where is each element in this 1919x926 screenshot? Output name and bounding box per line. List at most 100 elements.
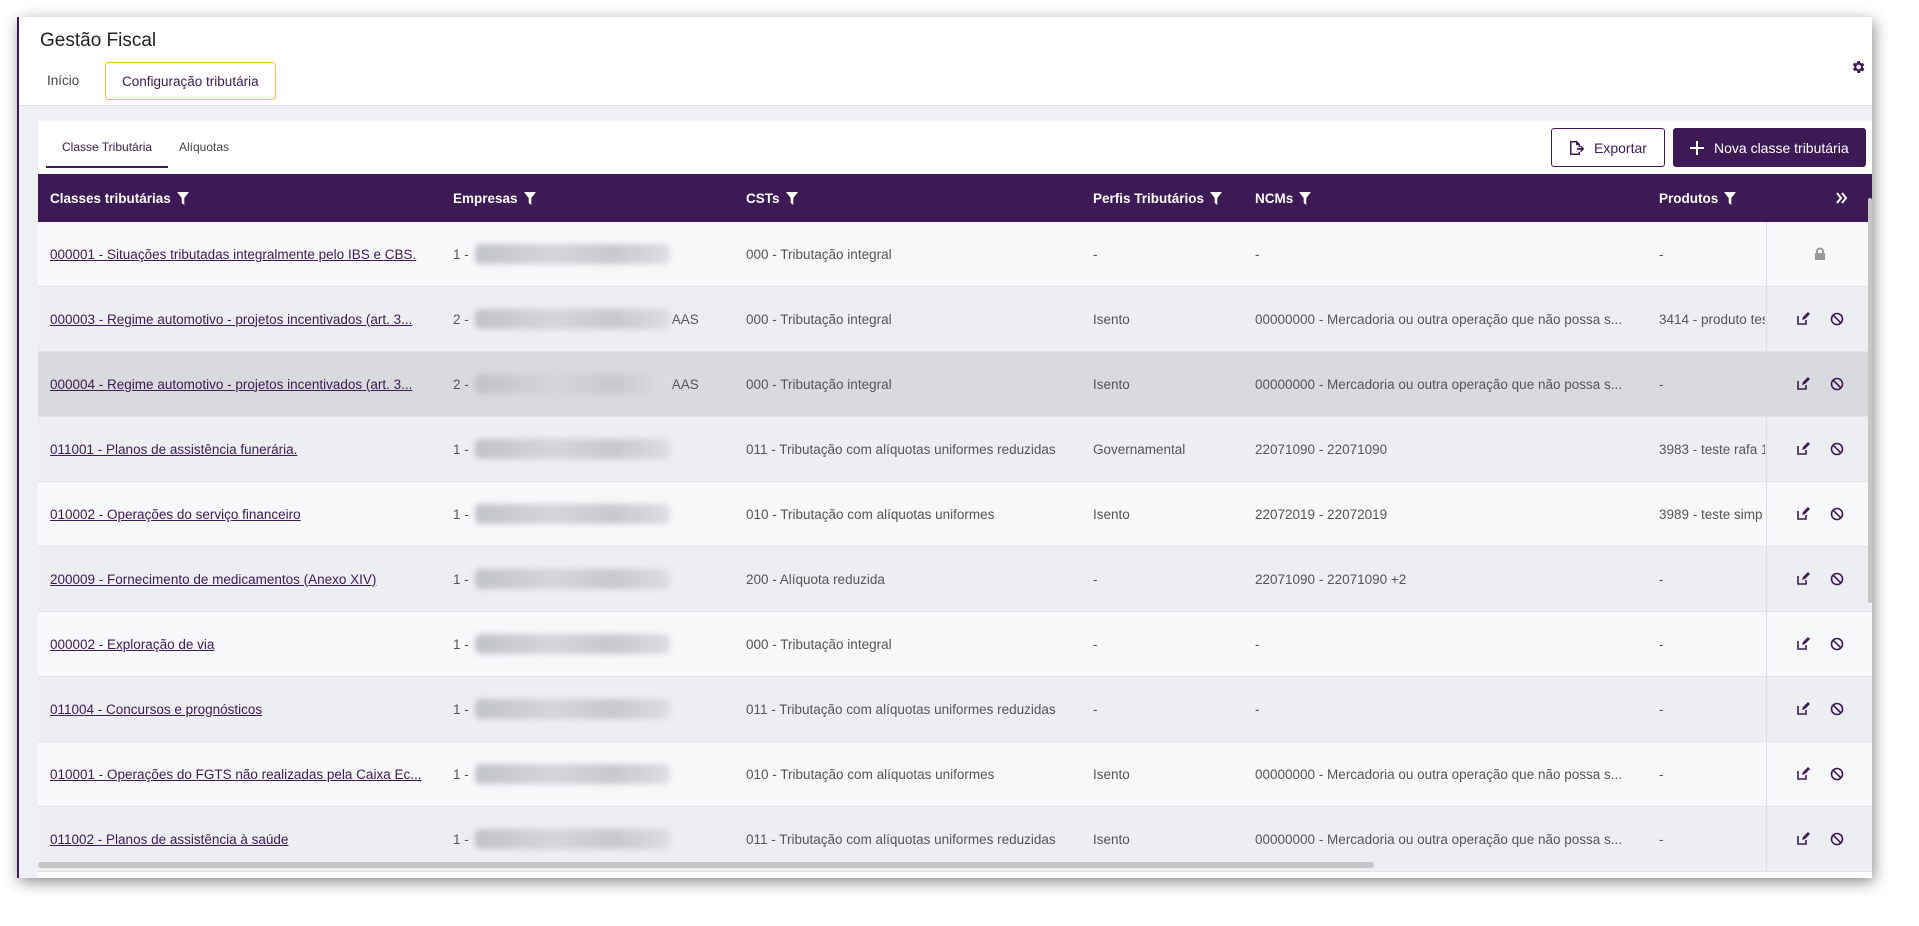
edit-icon[interactable] bbox=[1796, 312, 1810, 326]
tax-class-link[interactable]: 000004 - Regime automotivo - projetos in… bbox=[50, 377, 412, 392]
tax-class-link[interactable]: 000002 - Exploração de via bbox=[50, 637, 214, 652]
expand-columns-button[interactable] bbox=[1836, 174, 1848, 222]
cell-empresas: 1 - bbox=[453, 547, 738, 611]
cell-perfil: - bbox=[1093, 636, 1098, 652]
subtab-aliquotas[interactable]: Alíquotas bbox=[163, 128, 245, 166]
cell-classe: 000002 - Exploração de via bbox=[50, 612, 445, 676]
edit-icon[interactable] bbox=[1796, 767, 1810, 781]
filter-icon[interactable] bbox=[1299, 191, 1312, 205]
deactivate-icon[interactable] bbox=[1830, 572, 1844, 586]
tax-class-link[interactable]: 011001 - Planos de assistência funerária… bbox=[50, 442, 297, 457]
subtab-classe-tributaria[interactable]: Classe Tributária bbox=[46, 128, 169, 168]
table-row[interactable]: 010001 - Operações do FGTS não realizada… bbox=[38, 742, 1872, 807]
cell-produto: - bbox=[1659, 571, 1664, 587]
new-tax-class-button[interactable]: Nova classe tributária bbox=[1673, 128, 1866, 167]
edit-icon[interactable] bbox=[1796, 377, 1810, 391]
company-count: 1 - bbox=[453, 636, 469, 652]
row-actions bbox=[1766, 417, 1872, 481]
tax-class-link[interactable]: 200009 - Fornecimento de medicamentos (A… bbox=[50, 572, 376, 587]
table-row[interactable]: 000002 - Exploração de via 1 - 000 - Tribu… bbox=[38, 612, 1872, 677]
table-row[interactable]: 000003 - Regime automotivo - projetos in… bbox=[38, 287, 1872, 352]
tax-class-link[interactable]: 010001 - Operações do FGTS não realizada… bbox=[50, 767, 421, 782]
row-actions bbox=[1766, 677, 1872, 741]
cell-empresas: 1 - bbox=[453, 482, 738, 546]
filter-icon[interactable] bbox=[1210, 191, 1223, 205]
double-chevron-right-icon bbox=[1836, 192, 1848, 204]
cell-ncm: 00000000 - Mercadoria ou outra operação … bbox=[1255, 376, 1622, 392]
redacted-company-names bbox=[474, 439, 670, 459]
export-button[interactable]: Exportar bbox=[1551, 128, 1665, 167]
vertical-scrollbar[interactable] bbox=[1868, 198, 1872, 603]
cell-produto: - bbox=[1659, 831, 1664, 847]
edit-icon[interactable] bbox=[1796, 702, 1810, 716]
edit-icon[interactable] bbox=[1796, 637, 1810, 651]
filter-icon[interactable] bbox=[1724, 191, 1737, 205]
column-header-empresas: Empresas bbox=[453, 174, 536, 222]
deactivate-icon[interactable] bbox=[1830, 442, 1844, 456]
table-row[interactable]: 010002 - Operações do serviço financeiro… bbox=[38, 482, 1872, 547]
cell-empresas: 1 - bbox=[453, 742, 738, 806]
cell-produto: - bbox=[1659, 376, 1664, 392]
tax-class-link[interactable]: 000001 - Situações tributadas integralme… bbox=[50, 247, 416, 262]
company-count: 1 - bbox=[453, 441, 469, 457]
filter-icon[interactable] bbox=[523, 191, 536, 205]
cell-produto: - bbox=[1659, 246, 1664, 262]
cell-cst: 011 - Tributação com alíquotas uniformes… bbox=[746, 441, 1056, 457]
cell-classe: 011004 - Concursos e prognósticos bbox=[50, 677, 445, 741]
company-count: 1 - bbox=[453, 701, 469, 717]
company-suffix: AAS bbox=[671, 311, 699, 327]
table-row[interactable]: 000001 - Situações tributadas integralme… bbox=[38, 222, 1872, 287]
edit-icon[interactable] bbox=[1796, 507, 1810, 521]
cell-cst: 200 - Alíquota reduzida bbox=[746, 571, 885, 587]
edit-icon[interactable] bbox=[1796, 442, 1810, 456]
redacted-company-names bbox=[474, 829, 670, 849]
table-row[interactable]: 011001 - Planos de assistência funerária… bbox=[38, 417, 1872, 482]
cell-perfil: Isento bbox=[1093, 311, 1130, 327]
deactivate-icon[interactable] bbox=[1830, 702, 1844, 716]
deactivate-icon[interactable] bbox=[1830, 312, 1844, 326]
tab-configuracao-tributaria[interactable]: Configuração tributária bbox=[105, 62, 276, 100]
table-row[interactable]: 200009 - Fornecimento de medicamentos (A… bbox=[38, 547, 1872, 612]
cell-cst: 010 - Tributação com alíquotas uniformes bbox=[746, 506, 995, 522]
cell-produto: 3983 - teste rafa 1 bbox=[1659, 441, 1765, 457]
lock-icon bbox=[1815, 247, 1825, 260]
deactivate-icon[interactable] bbox=[1830, 637, 1844, 651]
deactivate-icon[interactable] bbox=[1830, 377, 1844, 391]
table-row[interactable]: 011004 - Concursos e prognósticos 1 - 011 … bbox=[38, 677, 1872, 742]
deactivate-icon[interactable] bbox=[1830, 767, 1844, 781]
cell-perfil: - bbox=[1093, 246, 1098, 262]
tax-class-link[interactable]: 010002 - Operações do serviço financeiro bbox=[50, 507, 301, 522]
horizontal-scrollbar[interactable] bbox=[38, 862, 1374, 868]
tax-class-link[interactable]: 011002 - Planos de assistência à saúde bbox=[50, 832, 288, 847]
cell-ncm: - bbox=[1255, 636, 1260, 652]
cell-produto: - bbox=[1659, 701, 1664, 717]
company-suffix: AAS bbox=[671, 376, 699, 392]
filter-icon[interactable] bbox=[176, 191, 189, 205]
cell-classe: 000004 - Regime automotivo - projetos in… bbox=[50, 352, 445, 416]
cell-cst: 010 - Tributação com alíquotas uniformes bbox=[746, 766, 995, 782]
cell-ncm: - bbox=[1255, 701, 1260, 717]
deactivate-icon[interactable] bbox=[1830, 507, 1844, 521]
redacted-company-names bbox=[474, 374, 670, 394]
gear-icon[interactable] bbox=[1850, 59, 1866, 75]
tax-class-link[interactable]: 011004 - Concursos e prognósticos bbox=[50, 702, 262, 717]
row-actions bbox=[1766, 547, 1872, 611]
row-actions bbox=[1766, 612, 1872, 676]
edit-icon[interactable] bbox=[1796, 572, 1810, 586]
tab-inicio[interactable]: Início bbox=[31, 62, 95, 100]
edit-icon[interactable] bbox=[1796, 832, 1810, 846]
row-actions bbox=[1766, 482, 1872, 546]
deactivate-icon[interactable] bbox=[1830, 832, 1844, 846]
tax-class-table: Classes tributárias Empresas CSTs Perfis… bbox=[38, 174, 1872, 872]
cell-perfil: - bbox=[1093, 571, 1098, 587]
cell-cst: 000 - Tributação integral bbox=[746, 376, 892, 392]
tax-class-link[interactable]: 000003 - Regime automotivo - projetos in… bbox=[50, 312, 412, 327]
redacted-company-names bbox=[474, 504, 670, 524]
cell-produto: - bbox=[1659, 636, 1664, 652]
table-row[interactable]: 000004 - Regime automotivo - projetos in… bbox=[38, 352, 1872, 417]
filter-icon[interactable] bbox=[785, 191, 798, 205]
new-tax-class-label: Nova classe tributária bbox=[1714, 139, 1849, 156]
column-header-csts: CSTs bbox=[746, 174, 798, 222]
company-count: 1 - bbox=[453, 571, 469, 587]
cell-ncm: 22072019 - 22072019 bbox=[1255, 506, 1388, 522]
